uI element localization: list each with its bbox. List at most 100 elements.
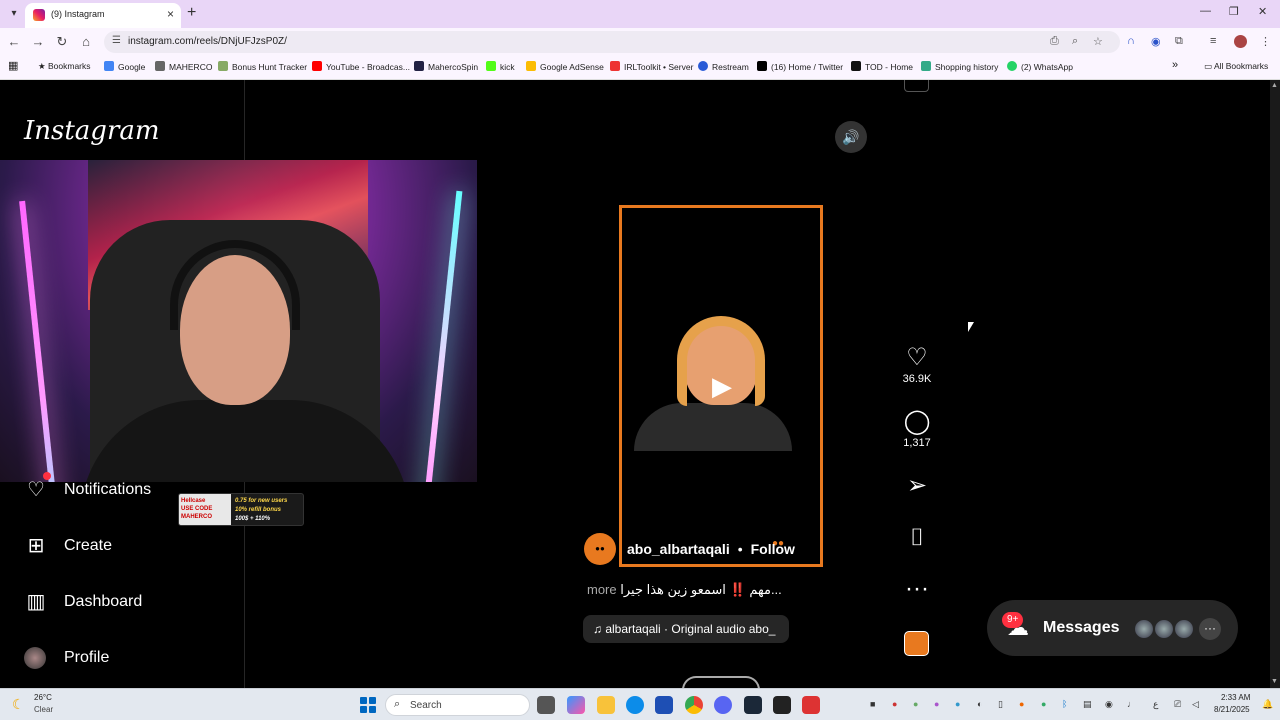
zoom-icon[interactable]: ⌕ bbox=[1072, 35, 1078, 48]
clock-time[interactable]: 2:33 AM bbox=[1221, 693, 1250, 702]
app-red-icon[interactable] bbox=[802, 696, 820, 714]
copilot-icon[interactable] bbox=[567, 696, 585, 714]
forward-icon[interactable]: → bbox=[30, 34, 46, 49]
bookmark-shopping[interactable]: Shopping history bbox=[921, 61, 998, 72]
file-explorer-icon[interactable] bbox=[597, 696, 615, 714]
caption-more-link[interactable]: more bbox=[587, 582, 617, 597]
bluetooth-icon[interactable]: ᛒ bbox=[1062, 699, 1067, 709]
scroll-down-icon[interactable]: ▼ bbox=[1271, 678, 1278, 685]
language-indicator[interactable]: ع bbox=[1153, 699, 1158, 710]
heart-icon[interactable]: ♡ bbox=[897, 345, 937, 371]
reel-audio-pill[interactable]: ♫ albartaqali · Original audio abo_ bbox=[583, 615, 789, 643]
bookmark-bookmarks[interactable]: ★ Bookmarks bbox=[38, 61, 91, 72]
author-avatar[interactable]: ●● bbox=[584, 533, 616, 565]
bookmark-bonus-hunt[interactable]: Bonus Hunt Tracker bbox=[218, 61, 307, 72]
weather-temperature[interactable]: 26°C bbox=[34, 693, 52, 702]
more-bookmarks-icon[interactable]: » bbox=[1172, 59, 1178, 71]
nav-profile[interactable]: Profile bbox=[24, 644, 109, 672]
tray-app-icon[interactable]: ▯ bbox=[998, 699, 1003, 710]
nav-dashboard[interactable]: ▥ Dashboard bbox=[24, 588, 143, 616]
tray-app-icon[interactable]: ● bbox=[913, 699, 918, 709]
maximize-icon[interactable]: ❐ bbox=[1229, 5, 1239, 18]
tray-app-icon[interactable]: ● bbox=[934, 699, 939, 709]
clock-date[interactable]: 8/21/2025 bbox=[1214, 705, 1250, 714]
page-scrollbar[interactable] bbox=[1270, 80, 1280, 688]
reel-audio-thumbnail[interactable] bbox=[904, 631, 929, 656]
tray-app-icon[interactable]: ◐ bbox=[977, 699, 982, 709]
author-username[interactable]: abo_albartaqali bbox=[627, 541, 730, 557]
volume-icon[interactable]: 🔊 bbox=[835, 121, 867, 153]
tray-nvidia-icon[interactable]: ■ bbox=[870, 699, 875, 709]
bookmark-google[interactable]: Google bbox=[104, 61, 145, 72]
messages-more-icon[interactable]: ··· bbox=[1199, 618, 1221, 640]
task-view-icon[interactable] bbox=[537, 696, 555, 714]
nav-notifications[interactable]: ♡ Notifications bbox=[24, 472, 151, 504]
store-icon[interactable] bbox=[655, 696, 673, 714]
chrome-icon[interactable] bbox=[685, 696, 703, 714]
url-text[interactable]: instagram.com/reels/DNjUFJzsP0Z/ bbox=[128, 36, 287, 47]
tray-steam-icon[interactable]: ◉ bbox=[1105, 699, 1113, 710]
like-action[interactable]: ♡ 36.9K bbox=[897, 345, 937, 386]
profile-avatar-icon[interactable] bbox=[1234, 35, 1247, 48]
close-tab-icon[interactable]: × bbox=[167, 7, 174, 21]
apps-grid-icon[interactable]: ▦ bbox=[8, 59, 18, 72]
weather-moon-icon[interactable]: ☾ bbox=[12, 696, 25, 713]
new-tab-icon[interactable]: + bbox=[187, 4, 196, 22]
share-action[interactable]: ➢ bbox=[897, 473, 937, 499]
bookmark-maherco[interactable]: MAHERCO bbox=[155, 61, 212, 72]
back-icon[interactable]: ← bbox=[6, 34, 22, 49]
volume-tray-icon[interactable]: ◁ bbox=[1192, 699, 1199, 710]
tray-app-icon[interactable]: ● bbox=[955, 699, 960, 709]
scroll-up-icon[interactable]: ▲ bbox=[1271, 82, 1278, 89]
tray-app-icon[interactable]: ● bbox=[892, 699, 897, 709]
comment-bubble-icon[interactable]: ◯ bbox=[897, 409, 937, 435]
bookmark-irltoolkit[interactable]: IRLToolkit • Server bbox=[610, 61, 693, 72]
menu-kebab-icon[interactable]: ⋮ bbox=[1260, 35, 1271, 48]
discord-icon[interactable] bbox=[714, 696, 732, 714]
all-bookmarks-folder[interactable]: ▭ All Bookmarks bbox=[1204, 61, 1268, 72]
more-dots-icon[interactable]: ··· bbox=[897, 576, 937, 602]
bookmark-youtube[interactable]: YouTube - Broadcas... bbox=[312, 61, 410, 72]
bookmark-twitter[interactable]: (16) Home / Twitter bbox=[757, 61, 843, 72]
tray-app-icon[interactable]: ● bbox=[1019, 699, 1024, 709]
nav-create[interactable]: ⊞ Create bbox=[24, 532, 112, 560]
follow-button[interactable]: Follow bbox=[751, 541, 795, 557]
save-action[interactable]: ⌷ bbox=[897, 525, 937, 551]
instagram-logo[interactable]: Instagram bbox=[24, 116, 160, 146]
bookmark-icon[interactable]: ⌷ bbox=[897, 525, 937, 551]
extensions-puzzle-icon[interactable]: ⧉ bbox=[1175, 35, 1183, 48]
minimize-icon[interactable]: — bbox=[1200, 5, 1211, 17]
address-bar[interactable]: ☰ instagram.com/reels/DNjUFJzsP0Z/ ⎙ ⌕ ☆ bbox=[104, 31, 1120, 53]
site-info-icon[interactable]: ☰ bbox=[112, 35, 121, 46]
comment-action[interactable]: ◯ 1,317 bbox=[897, 409, 937, 450]
reload-icon[interactable]: ↻ bbox=[54, 34, 70, 50]
edge-icon[interactable] bbox=[626, 696, 644, 714]
tab-instagram[interactable]: (9) Instagram × bbox=[25, 3, 181, 28]
extension-icon[interactable]: ∩ bbox=[1127, 35, 1135, 47]
install-app-icon[interactable]: ⎙ bbox=[1050, 35, 1059, 48]
tray-app-icon[interactable]: ▤ bbox=[1083, 699, 1092, 710]
network-icon[interactable]: ⎚ bbox=[1174, 699, 1181, 710]
bookmark-tod[interactable]: TOD - Home bbox=[851, 61, 913, 72]
steam-icon[interactable] bbox=[744, 696, 762, 714]
bookmark-restream[interactable]: Restream bbox=[698, 61, 749, 72]
notifications-bell-icon[interactable]: 🔔 bbox=[1262, 699, 1273, 710]
bookmark-star-icon[interactable]: ☆ bbox=[1093, 35, 1103, 48]
microphone-icon[interactable]: ♩ bbox=[1127, 699, 1136, 709]
bookmark-mahercospin[interactable]: MahercoSpin bbox=[414, 61, 478, 72]
more-action[interactable]: ··· bbox=[897, 576, 937, 602]
close-window-icon[interactable]: ✕ bbox=[1258, 5, 1267, 18]
media-control-icon[interactable]: ≡ bbox=[1210, 35, 1216, 47]
paper-plane-icon[interactable]: ➢ bbox=[897, 473, 937, 499]
windows-start-icon[interactable] bbox=[360, 697, 376, 713]
bookmark-kick[interactable]: kick bbox=[486, 61, 515, 72]
weather-condition[interactable]: Clear bbox=[34, 705, 53, 714]
reel-video[interactable]: ▶ ●● bbox=[619, 205, 823, 567]
reel-caption[interactable]: more مهم ‼️ اسمعو زين هذا جيرا... bbox=[587, 582, 807, 598]
extension-audio-icon[interactable]: ◉ bbox=[1151, 35, 1161, 48]
bookmark-whatsapp[interactable]: (2) WhatsApp bbox=[1007, 61, 1073, 72]
tray-app-icon[interactable]: ● bbox=[1041, 699, 1046, 709]
play-icon[interactable]: ▶ bbox=[707, 371, 737, 401]
epic-games-icon[interactable] bbox=[773, 696, 791, 714]
taskbar-search[interactable]: ⌕ Search bbox=[385, 694, 530, 716]
